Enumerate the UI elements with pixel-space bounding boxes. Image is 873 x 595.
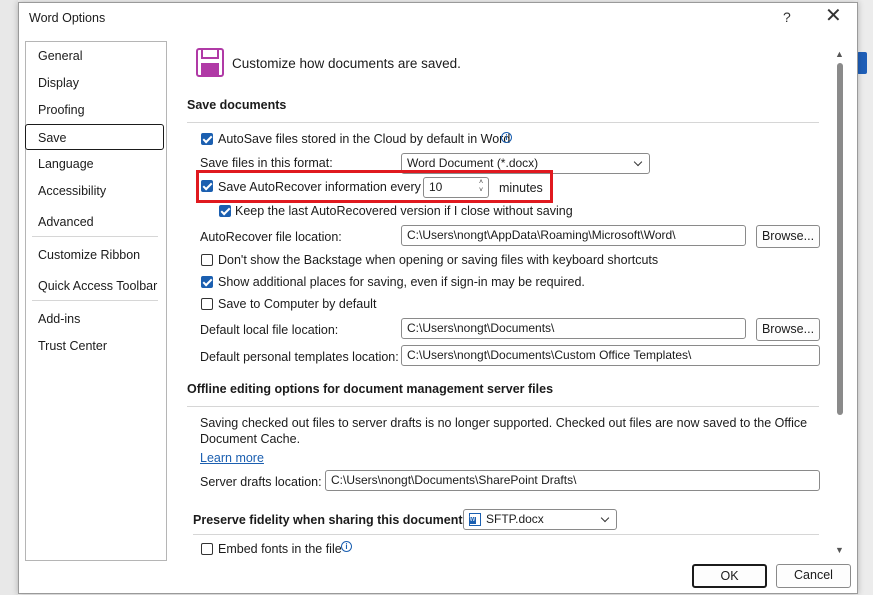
spinner-arrows-icon: ˄ ˅	[479, 179, 484, 194]
save-computer-label: Save to Computer by default	[218, 297, 377, 311]
local-location-label: Default local file location:	[200, 323, 339, 337]
autosave-label: AutoSave files stored in the Cloud by de…	[218, 132, 511, 146]
save-documents-heading: Save documents	[187, 98, 287, 112]
background-app-left	[0, 0, 18, 595]
local-browse-button[interactable]: Browse...	[756, 318, 820, 341]
section-divider	[193, 534, 819, 535]
background-app-button	[857, 52, 867, 74]
chevron-down-icon	[600, 513, 610, 523]
offline-text-line1: Saving checked out files to server draft…	[200, 416, 808, 430]
nav-divider	[32, 236, 158, 237]
close-button[interactable]: ✕	[825, 6, 842, 26]
content-scrollbar[interactable]: ▲ ▼	[833, 45, 845, 557]
drafts-location-label: Server drafts location:	[200, 475, 322, 489]
autorecover-location-field[interactable]: C:\Users\nongt\AppData\Roaming\Microsoft…	[401, 225, 746, 246]
fidelity-heading: Preserve fidelity when sharing this docu…	[193, 513, 467, 527]
chevron-down-icon	[633, 157, 643, 167]
learn-more-link[interactable]: Learn more	[200, 451, 264, 465]
nav-item-language[interactable]: Language	[26, 151, 166, 177]
info-icon: i	[341, 541, 352, 552]
scroll-up-icon[interactable]: ▲	[835, 49, 844, 59]
background-app-right	[857, 0, 873, 595]
cancel-button[interactable]: Cancel	[776, 564, 851, 588]
save-floppy-icon	[196, 48, 224, 77]
autorecover-location-label: AutoRecover file location:	[200, 230, 342, 244]
info-icon: i	[501, 132, 512, 143]
nav-item-customize-ribbon[interactable]: Customize Ribbon	[26, 242, 166, 268]
word-document-icon: W	[469, 513, 481, 526]
dialog-title: Word Options	[29, 11, 106, 25]
options-nav: General Display Proofing Save Language A…	[25, 41, 167, 561]
autosave-checkbox[interactable]	[201, 133, 213, 145]
nav-item-accessibility[interactable]: Accessibility	[26, 178, 166, 204]
dont-show-backstage-label: Don't show the Backstage when opening or…	[218, 253, 659, 267]
nav-item-display[interactable]: Display	[26, 70, 166, 96]
fidelity-document-value: SFTP.docx	[486, 512, 544, 526]
fidelity-document-dropdown[interactable]: W SFTP.docx	[463, 509, 617, 530]
page-header-text: Customize how documents are saved.	[232, 56, 461, 71]
autorecover-minutes-value: 10	[429, 180, 443, 194]
nav-item-general[interactable]: General	[26, 43, 166, 69]
templates-location-label: Default personal templates location:	[200, 350, 399, 364]
scrollbar-thumb[interactable]	[837, 63, 843, 415]
drafts-location-field[interactable]: C:\Users\nongt\Documents\SharePoint Draf…	[325, 470, 820, 491]
nav-item-proofing[interactable]: Proofing	[26, 97, 166, 123]
scroll-down-icon[interactable]: ▼	[835, 545, 844, 555]
dont-show-backstage-checkbox[interactable]	[201, 254, 213, 266]
save-format-label: Save files in this format:	[200, 156, 333, 170]
autorecover-checkbox[interactable]	[201, 180, 213, 192]
templates-location-field[interactable]: C:\Users\nongt\Documents\Custom Office T…	[401, 345, 820, 366]
nav-item-save[interactable]: Save	[25, 124, 164, 150]
section-divider	[187, 122, 819, 123]
keep-last-label: Keep the last AutoRecovered version if I…	[235, 204, 573, 218]
show-places-label: Show additional places for saving, even …	[218, 275, 585, 289]
embed-fonts-checkbox[interactable]	[201, 543, 213, 555]
nav-item-advanced[interactable]: Advanced	[26, 209, 166, 235]
help-button[interactable]: ?	[783, 9, 791, 25]
keep-last-checkbox[interactable]	[219, 205, 231, 217]
show-places-checkbox[interactable]	[201, 276, 213, 288]
save-format-value: Word Document (*.docx)	[407, 156, 539, 170]
offline-text-line2: Document Cache.	[200, 432, 301, 446]
embed-fonts-label: Embed fonts in the file	[218, 542, 342, 556]
nav-item-trust-center[interactable]: Trust Center	[26, 333, 166, 359]
autorecover-minutes-spinner[interactable]: 10 ˄ ˅	[423, 177, 489, 198]
word-options-dialog: Word Options ? ✕ General Display Proofin…	[18, 2, 858, 594]
section-divider	[187, 406, 819, 407]
autorecover-label: Save AutoRecover information every	[218, 180, 421, 194]
local-location-field[interactable]: C:\Users\nongt\Documents\	[401, 318, 746, 339]
nav-divider	[32, 300, 158, 301]
nav-item-add-ins[interactable]: Add-ins	[26, 306, 166, 332]
nav-item-quick-access-toolbar[interactable]: Quick Access Toolbar	[26, 273, 166, 299]
autorecover-unit: minutes	[499, 181, 543, 195]
save-computer-checkbox[interactable]	[201, 298, 213, 310]
offline-heading: Offline editing options for document man…	[187, 382, 554, 396]
ok-button[interactable]: OK	[692, 564, 767, 588]
autorecover-browse-button[interactable]: Browse...	[756, 225, 820, 248]
